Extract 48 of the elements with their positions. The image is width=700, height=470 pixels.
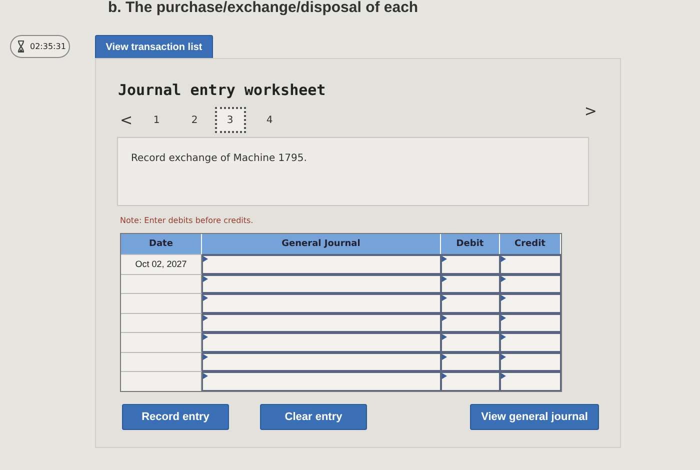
input-field[interactable]: [441, 254, 500, 274]
clear-entry-button[interactable]: Clear entry: [260, 404, 367, 430]
input-field[interactable]: [500, 332, 561, 352]
input-field[interactable]: [202, 254, 441, 274]
question-text: b. The purchase/exchange/disposal of each: [108, 0, 420, 15]
input-field[interactable]: [202, 312, 441, 332]
column-header: General Journal: [202, 234, 441, 254]
input-field[interactable]: [202, 371, 441, 390]
input-field[interactable]: [500, 352, 561, 371]
timer-text: 02:35:31: [30, 42, 66, 51]
record-entry-button[interactable]: Record entry: [122, 404, 229, 430]
input-field[interactable]: [441, 274, 500, 293]
marker-icon: [203, 334, 208, 340]
input-field[interactable]: [500, 293, 561, 312]
input-field[interactable]: [500, 254, 561, 274]
marker-icon: [203, 314, 208, 320]
input-field[interactable]: [441, 293, 500, 312]
column-header: Date: [121, 234, 202, 254]
input-field[interactable]: [202, 274, 441, 293]
marker-icon: [203, 373, 208, 379]
view-general-journal-button[interactable]: View general journal: [470, 404, 599, 430]
page-tab[interactable]: 4: [256, 107, 284, 133]
worksheet-title: Journal entry worksheet: [118, 81, 327, 99]
marker-icon: [203, 256, 208, 262]
input-field[interactable]: [202, 352, 441, 371]
input-field[interactable]: [202, 332, 441, 352]
input-field[interactable]: [441, 312, 500, 332]
previous-arrow[interactable]: <: [120, 111, 133, 129]
page-tab[interactable]: 2: [180, 107, 209, 133]
page-tab[interactable]: 3: [214, 107, 246, 133]
input-field[interactable]: [202, 293, 441, 312]
marker-icon: [203, 276, 208, 282]
page-tab[interactable]: 1: [142, 107, 171, 133]
input-field[interactable]: [441, 352, 500, 371]
column-header: Debit: [441, 234, 500, 254]
input-field[interactable]: [500, 312, 561, 332]
note-text: Note: Enter debits before credits.: [120, 216, 254, 225]
column-header: Credit: [500, 234, 561, 254]
next-arrow[interactable]: >: [584, 102, 597, 120]
marker-icon: [203, 295, 208, 301]
view-transaction-list-button[interactable]: View transaction list: [95, 35, 213, 60]
input-field[interactable]: [500, 274, 561, 293]
hourglass-icon: [17, 40, 25, 53]
description-text: Record exchange of Machine 1795.: [117, 137, 589, 206]
input-field[interactable]: [441, 332, 500, 352]
input-field[interactable]: [441, 371, 500, 390]
marker-icon: [203, 354, 208, 360]
input-field[interactable]: [500, 371, 561, 390]
